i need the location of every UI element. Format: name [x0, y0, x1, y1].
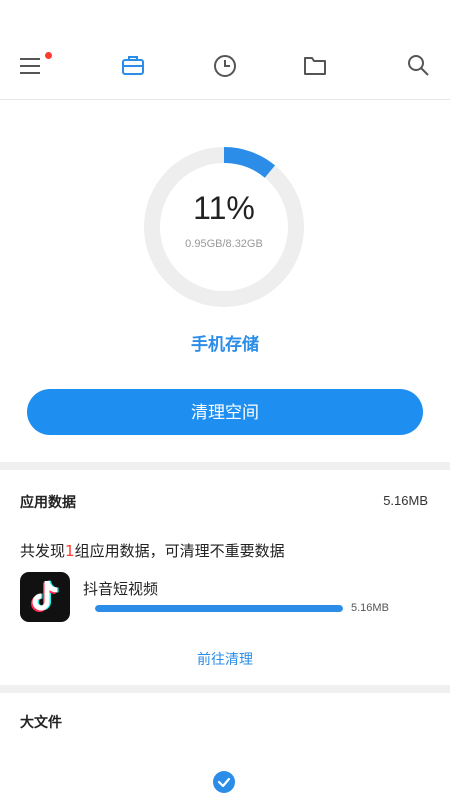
clock-icon[interactable] [212, 52, 238, 78]
found-prefix: 共发现 [20, 542, 66, 560]
tiktok-logo-icon[interactable] [20, 572, 70, 622]
notification-dot [45, 52, 52, 59]
storage-ring: 11% 0.95GB/8.32GB [142, 145, 306, 309]
clean-space-button[interactable]: 清理空间 [27, 389, 423, 435]
big-files-title: 大文件 [20, 715, 62, 731]
app-item-size: 5.16MB [351, 602, 389, 614]
toolbox-icon[interactable] [120, 52, 146, 78]
folder-icon[interactable] [302, 52, 328, 78]
found-count: 1 [65, 542, 75, 560]
storage-label[interactable]: 手机存储 [0, 330, 450, 355]
top-bar [0, 0, 450, 100]
app-name: 抖音短视频 [83, 580, 159, 598]
storage-percent: 11% [193, 190, 255, 226]
found-summary: 共发现1组应用数据，可清理不重要数据 [20, 540, 285, 561]
section-divider [0, 462, 450, 470]
app-data-title: 应用数据 [20, 495, 76, 511]
section-divider [0, 685, 450, 693]
search-icon[interactable] [405, 52, 431, 78]
menu-icon[interactable] [18, 52, 52, 78]
found-suffix: 组应用数据，可清理不重要数据 [74, 542, 285, 560]
app-size-bar-fill [95, 605, 343, 612]
go-clean-link[interactable]: 前往清理 [0, 649, 450, 669]
storage-usage-text: 0.95GB/8.32GB [185, 238, 263, 250]
app-size-bar [95, 605, 343, 612]
check-icon[interactable] [213, 771, 235, 793]
app-data-size: 5.16MB [383, 493, 428, 508]
